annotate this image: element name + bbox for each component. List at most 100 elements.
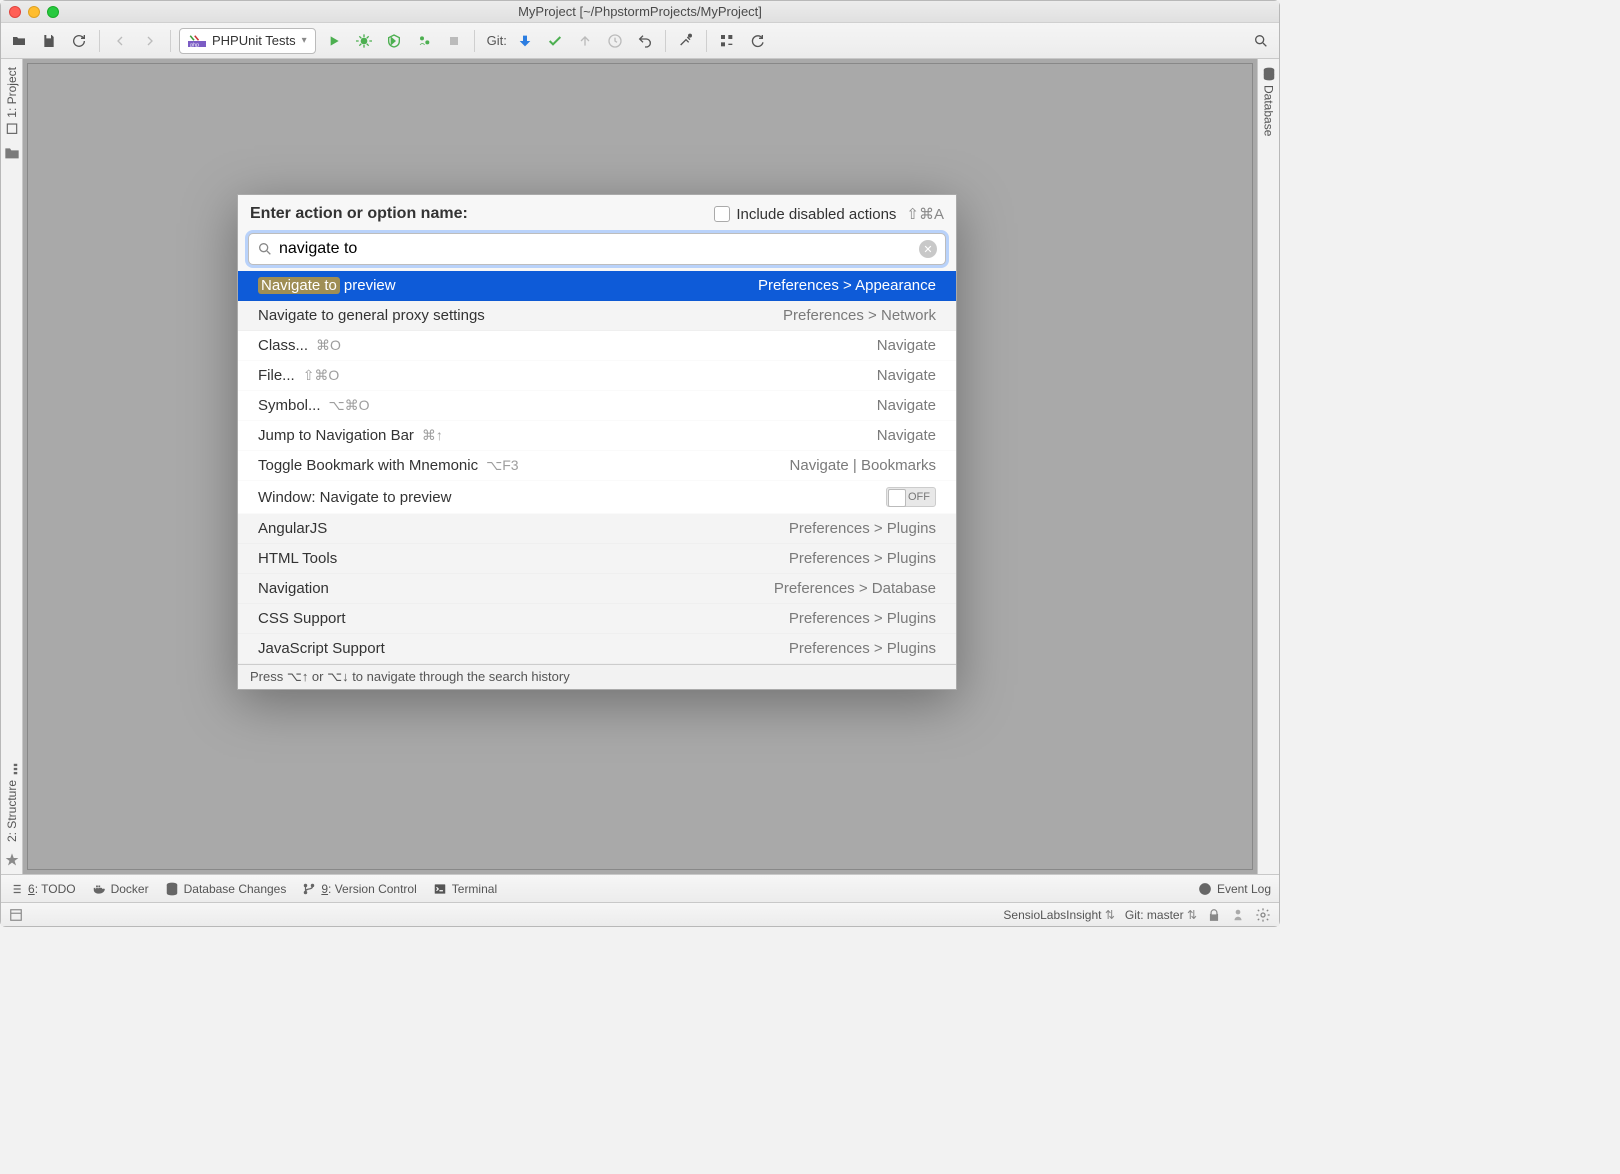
- gear-icon[interactable]: [1255, 907, 1271, 923]
- branch-icon: [302, 882, 316, 896]
- save-icon[interactable]: [37, 29, 61, 53]
- folder-icon[interactable]: [4, 146, 20, 160]
- back-icon[interactable]: [108, 29, 132, 53]
- db-changes-label: Database Changes: [184, 882, 287, 896]
- debug-icon[interactable]: [352, 29, 376, 53]
- favorites-icon[interactable]: [4, 852, 20, 868]
- separator: [99, 30, 100, 52]
- results-list: Navigate to previewPreferences > Appeara…: [238, 271, 956, 664]
- sync-icon[interactable]: [745, 29, 769, 53]
- settings-icon[interactable]: [674, 29, 698, 53]
- status-bar: SensioLabsInsight ⇅ Git: master ⇅: [1, 902, 1279, 926]
- result-label: HTML Tools: [258, 550, 337, 567]
- vcs-push-icon[interactable]: [573, 29, 597, 53]
- popup-prompt-label: Enter action or option name:: [250, 205, 468, 223]
- result-row[interactable]: CSS SupportPreferences > Plugins: [238, 604, 956, 634]
- database-tab-label: Database: [1262, 85, 1276, 136]
- terminal-icon: [433, 882, 447, 896]
- database-tool-tab[interactable]: Database: [1262, 63, 1276, 140]
- list-icon: [9, 882, 23, 896]
- terminal-tab[interactable]: Terminal: [433, 882, 497, 896]
- profile-icon[interactable]: [412, 29, 436, 53]
- svg-text:php: php: [190, 42, 199, 48]
- result-row[interactable]: HTML Tools Preferences > Plugins: [238, 544, 956, 574]
- result-label: File...: [258, 367, 295, 384]
- result-label: Class...: [258, 337, 308, 354]
- result-row[interactable]: File... ⇧⌘O Navigate: [238, 361, 956, 391]
- version-control-tab[interactable]: 9: Version Control: [302, 882, 416, 896]
- todo-tool-tab[interactable]: 6: TODO: [9, 882, 76, 896]
- database-icon: [165, 882, 179, 896]
- database-changes-tab[interactable]: Database Changes: [165, 882, 287, 896]
- result-row[interactable]: JavaScript SupportPreferences > Plugins: [238, 634, 956, 664]
- result-row[interactable]: Window: Navigate to preview OFF: [238, 481, 956, 514]
- undo-icon[interactable]: [633, 29, 657, 53]
- action-search-input[interactable]: [279, 238, 913, 260]
- refresh-icon[interactable]: [67, 29, 91, 53]
- result-shortcut: ⇧⌘O: [303, 367, 340, 384]
- result-row[interactable]: Navigate to previewPreferences > Appeara…: [238, 271, 956, 301]
- result-label: Navigation: [258, 580, 329, 597]
- result-row[interactable]: Toggle Bookmark with Mnemonic⌥F3Navigate…: [238, 451, 956, 481]
- result-row[interactable]: AngularJS Preferences > Plugins: [238, 514, 956, 544]
- docker-tool-tab[interactable]: Docker: [92, 882, 149, 896]
- inspector-icon[interactable]: [1231, 908, 1245, 922]
- vcs-history-icon[interactable]: [603, 29, 627, 53]
- structure-icon: [5, 762, 19, 776]
- structure-tool-tab[interactable]: 2: Structure: [5, 758, 19, 846]
- stop-icon[interactable]: [442, 29, 466, 53]
- git-branch-status[interactable]: Git: master ⇅: [1125, 908, 1197, 922]
- docker-label: Docker: [111, 882, 149, 896]
- result-row[interactable]: Class...⌘ONavigate: [238, 331, 956, 361]
- result-row[interactable]: Jump to Navigation Bar⌘↑Navigate: [238, 421, 956, 451]
- minimize-window-button[interactable]: [28, 6, 40, 18]
- clear-search-icon[interactable]: ✕: [919, 240, 937, 258]
- result-context: Preferences > Plugins: [789, 550, 936, 567]
- run-configuration-selector[interactable]: php PHPUnit Tests ▾: [179, 28, 316, 54]
- main-toolbar: php PHPUnit Tests ▾ Git:: [1, 23, 1279, 59]
- ide-window: MyProject [~/PhpstormProjects/MyProject]…: [0, 0, 1280, 927]
- separator: [706, 30, 707, 52]
- result-context: Navigate: [877, 397, 936, 414]
- result-row[interactable]: Navigation Preferences > Database: [238, 574, 956, 604]
- sensiolabs-status[interactable]: SensioLabsInsight ⇅: [1003, 908, 1114, 922]
- structure-tab-label: 2: Structure: [5, 780, 19, 842]
- database-icon: [1262, 67, 1276, 81]
- separator: [474, 30, 475, 52]
- popup-header: Enter action or option name: Include dis…: [238, 195, 956, 229]
- result-context: Preferences > Appearance: [758, 277, 936, 294]
- git-label: Git:: [487, 33, 507, 48]
- open-icon[interactable]: [7, 29, 31, 53]
- toggle-switch[interactable]: OFF: [886, 487, 936, 507]
- close-window-button[interactable]: [9, 6, 21, 18]
- coverage-icon[interactable]: [382, 29, 406, 53]
- result-shortcut: ⌥F3: [486, 457, 518, 474]
- event-log-tab[interactable]: Event Log: [1198, 882, 1271, 896]
- forward-icon[interactable]: [138, 29, 162, 53]
- result-label: AngularJS: [258, 520, 327, 537]
- result-label: Window: Navigate to preview: [258, 489, 451, 506]
- include-disabled-checkbox[interactable]: Include disabled actions ⇧⌘A: [714, 205, 944, 223]
- event-log-icon: [1198, 882, 1212, 896]
- run-icon[interactable]: [322, 29, 346, 53]
- project-structure-icon[interactable]: [715, 29, 739, 53]
- tool-windows-icon[interactable]: [9, 908, 23, 922]
- search-icon: [257, 241, 273, 257]
- result-shortcut: ⌘O: [316, 337, 341, 354]
- project-tool-tab[interactable]: 1: Project: [5, 63, 19, 140]
- result-label: Jump to Navigation Bar: [258, 427, 414, 444]
- lock-icon[interactable]: [1207, 908, 1221, 922]
- result-row[interactable]: Symbol...⌥⌘ONavigate: [238, 391, 956, 421]
- result-context: Preferences > Plugins: [789, 520, 936, 537]
- search-everywhere-icon[interactable]: [1249, 29, 1273, 53]
- result-row[interactable]: Navigate to general proxy settingsPrefer…: [238, 301, 956, 331]
- docker-icon: [92, 882, 106, 896]
- vcs-commit-icon[interactable]: [543, 29, 567, 53]
- bottom-tool-bar: 6: TODO Docker Database Changes 9: Versi…: [1, 874, 1279, 902]
- zoom-window-button[interactable]: [47, 6, 59, 18]
- terminal-label: Terminal: [452, 882, 497, 896]
- result-context: Preferences > Database: [774, 580, 936, 597]
- find-action-popup: Enter action or option name: Include dis…: [237, 194, 957, 690]
- result-context: Navigate: [877, 367, 936, 384]
- vcs-update-icon[interactable]: [513, 29, 537, 53]
